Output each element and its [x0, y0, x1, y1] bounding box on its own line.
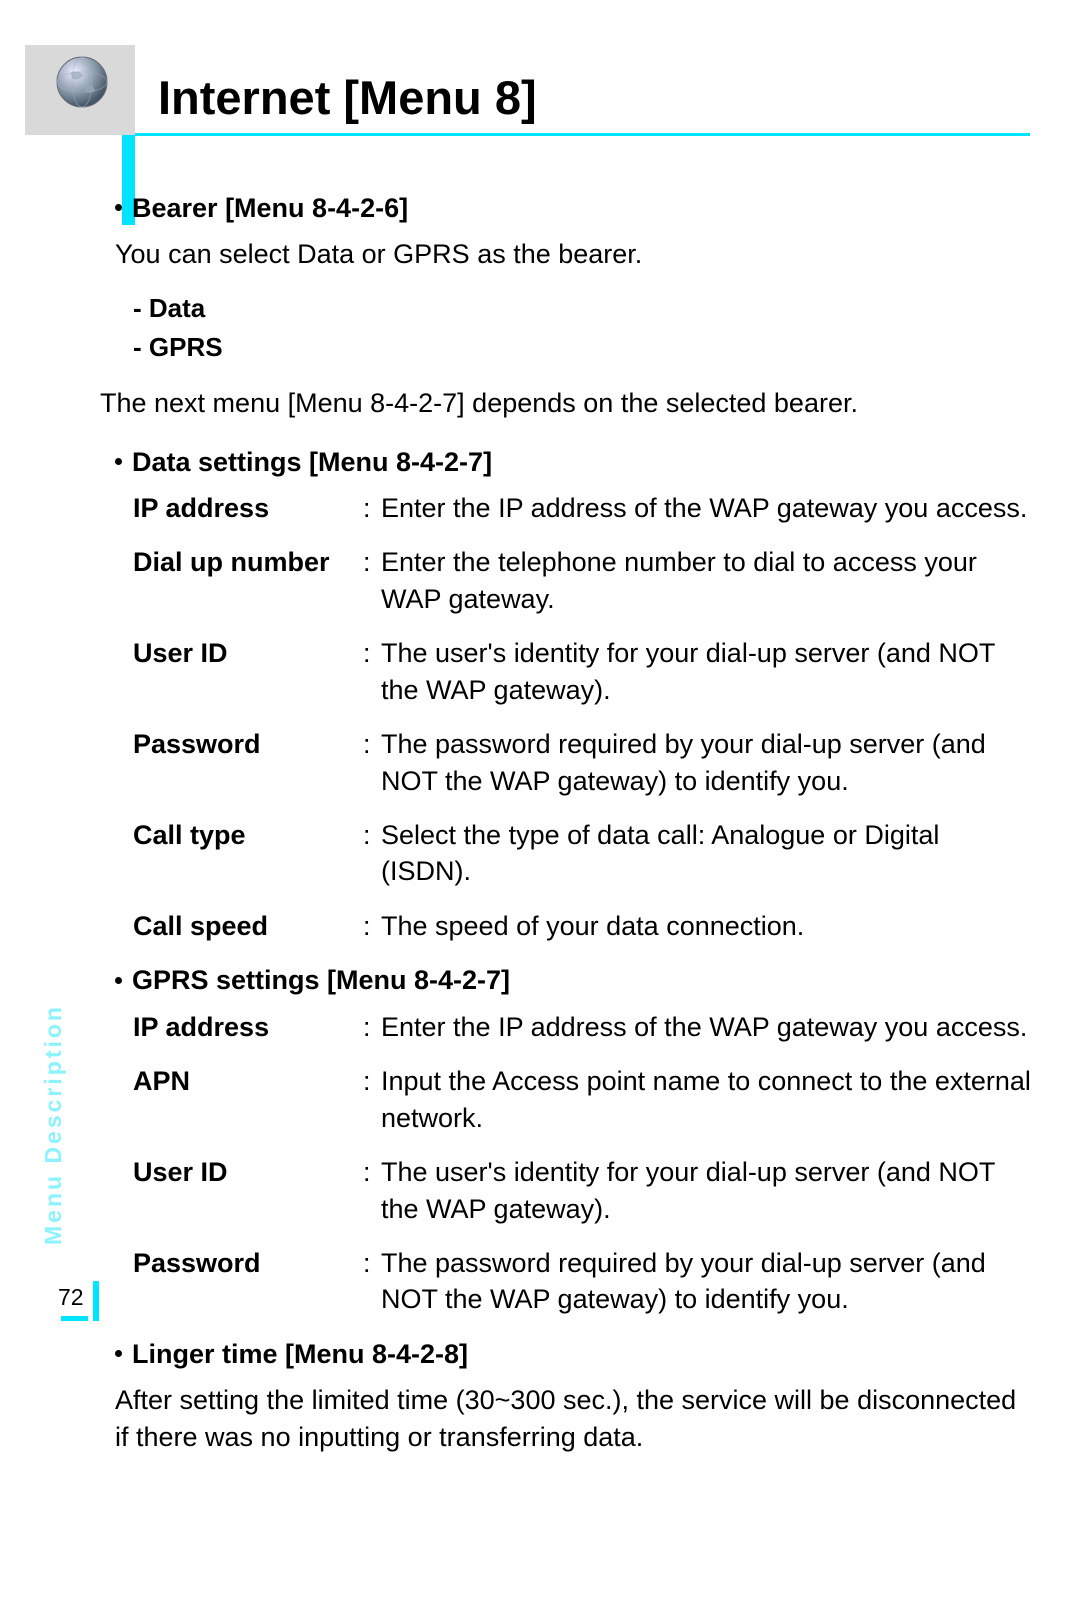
data-settings-table: IP address : Enter the IP address of the… [133, 490, 1035, 944]
table-row: Password : The password required by your… [133, 726, 1035, 799]
bearer-option-gprs: - GPRS [133, 330, 1035, 365]
desc: Select the type of data call: Analogue o… [381, 817, 1035, 890]
term: IP address [133, 1009, 363, 1045]
data-settings-heading: Data settings [Menu 8-4-2-7] [115, 444, 1035, 480]
table-row: Call type : Select the type of data call… [133, 817, 1035, 890]
desc: The password required by your dial-up se… [381, 726, 1035, 799]
term: Password [133, 1245, 363, 1281]
desc: Enter the telephone number to dial to ac… [381, 544, 1035, 617]
data-settings-heading-text: Data settings [Menu 8-4-2-7] [132, 447, 492, 477]
table-row: Dial up number : Enter the telephone num… [133, 544, 1035, 617]
linger-heading: Linger time [Menu 8-4-2-8] [115, 1336, 1035, 1372]
table-row: User ID : The user's identity for your d… [133, 635, 1035, 708]
table-row: IP address : Enter the IP address of the… [133, 490, 1035, 526]
bearer-desc: You can select Data or GPRS as the beare… [115, 236, 1035, 272]
side-section-label: Menu Description [40, 955, 67, 1245]
bearer-option-data: - Data [133, 291, 1035, 326]
table-row: Password : The password required by your… [133, 1245, 1035, 1318]
globe-icon [55, 55, 109, 109]
title-underline [135, 133, 1030, 136]
desc: Input the Access point name to connect t… [381, 1063, 1035, 1136]
desc: The speed of your data connection. [381, 908, 1035, 944]
page-number: 72 [58, 1284, 84, 1311]
colon: : [363, 726, 381, 762]
desc: The user's identity for your dial-up ser… [381, 1154, 1035, 1227]
gprs-settings-heading-text: GPRS settings [Menu 8-4-2-7] [132, 965, 510, 995]
term: Call speed [133, 908, 363, 944]
table-row: APN : Input the Access point name to con… [133, 1063, 1035, 1136]
colon: : [363, 1009, 381, 1045]
colon: : [363, 817, 381, 853]
bearer-heading-text: Bearer [Menu 8-4-2-6] [132, 193, 408, 223]
page-title: Internet [Menu 8] [158, 70, 537, 125]
colon: : [363, 490, 381, 526]
term: APN [133, 1063, 363, 1099]
term: User ID [133, 635, 363, 671]
colon: : [363, 635, 381, 671]
gprs-settings-table: IP address : Enter the IP address of the… [133, 1009, 1035, 1318]
bearer-options: - Data - GPRS [133, 291, 1035, 365]
bearer-after-text: The next menu [Menu 8-4-2-7] depends on … [100, 385, 1035, 421]
table-row: User ID : The user's identity for your d… [133, 1154, 1035, 1227]
footer-cyan-tick [93, 1281, 99, 1321]
table-row: IP address : Enter the IP address of the… [133, 1009, 1035, 1045]
colon: : [363, 908, 381, 944]
table-row: Call speed : The speed of your data conn… [133, 908, 1035, 944]
linger-heading-text: Linger time [Menu 8-4-2-8] [132, 1339, 468, 1369]
colon: : [363, 1245, 381, 1281]
desc: Enter the IP address of the WAP gateway … [381, 1009, 1035, 1045]
colon: : [363, 544, 381, 580]
colon: : [363, 1154, 381, 1190]
bearer-heading: Bearer [Menu 8-4-2-6] [115, 190, 1035, 226]
content-body: Bearer [Menu 8-4-2-6] You can select Dat… [115, 190, 1035, 1473]
term: Dial up number [133, 544, 363, 580]
gprs-settings-heading: GPRS settings [Menu 8-4-2-7] [115, 962, 1035, 998]
term: IP address [133, 490, 363, 526]
term: Call type [133, 817, 363, 853]
colon: : [363, 1063, 381, 1099]
desc: Enter the IP address of the WAP gateway … [381, 490, 1035, 526]
linger-desc: After setting the limited time (30~300 s… [115, 1382, 1035, 1455]
term: User ID [133, 1154, 363, 1190]
desc: The password required by your dial-up se… [381, 1245, 1035, 1318]
footer-cyan-underline [61, 1316, 88, 1321]
desc: The user's identity for your dial-up ser… [381, 635, 1035, 708]
term: Password [133, 726, 363, 762]
